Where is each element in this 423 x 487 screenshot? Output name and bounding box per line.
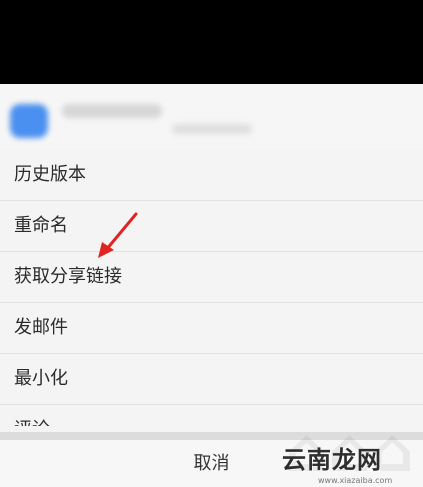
menu-item-history[interactable]: 历史版本 <box>0 150 423 201</box>
file-icon <box>10 104 48 138</box>
watermark-logo: 云南龙网 <box>282 446 382 474</box>
menu-item-rename[interactable]: 重命名 <box>0 201 423 252</box>
menu-item-minimize[interactable]: 最小化 <box>0 354 423 405</box>
red-arrow-icon <box>98 212 138 258</box>
redacted-top-area <box>0 0 423 84</box>
file-info-header <box>0 84 423 151</box>
menu-item-email[interactable]: 发邮件 <box>0 303 423 354</box>
screen: 历史版本 重命名 获取分享链接 发邮件 最小化 评论 取消 ⌂⌂⌂ 云南龙网 w… <box>0 0 423 487</box>
file-meta-blurred <box>172 124 252 134</box>
menu-item-share-link[interactable]: 获取分享链接 <box>0 252 423 303</box>
action-menu: 历史版本 重命名 获取分享链接 发邮件 最小化 评论 <box>0 150 423 426</box>
file-name-blurred <box>62 104 162 118</box>
watermark-url: www.xiazaiba.com <box>318 476 393 485</box>
